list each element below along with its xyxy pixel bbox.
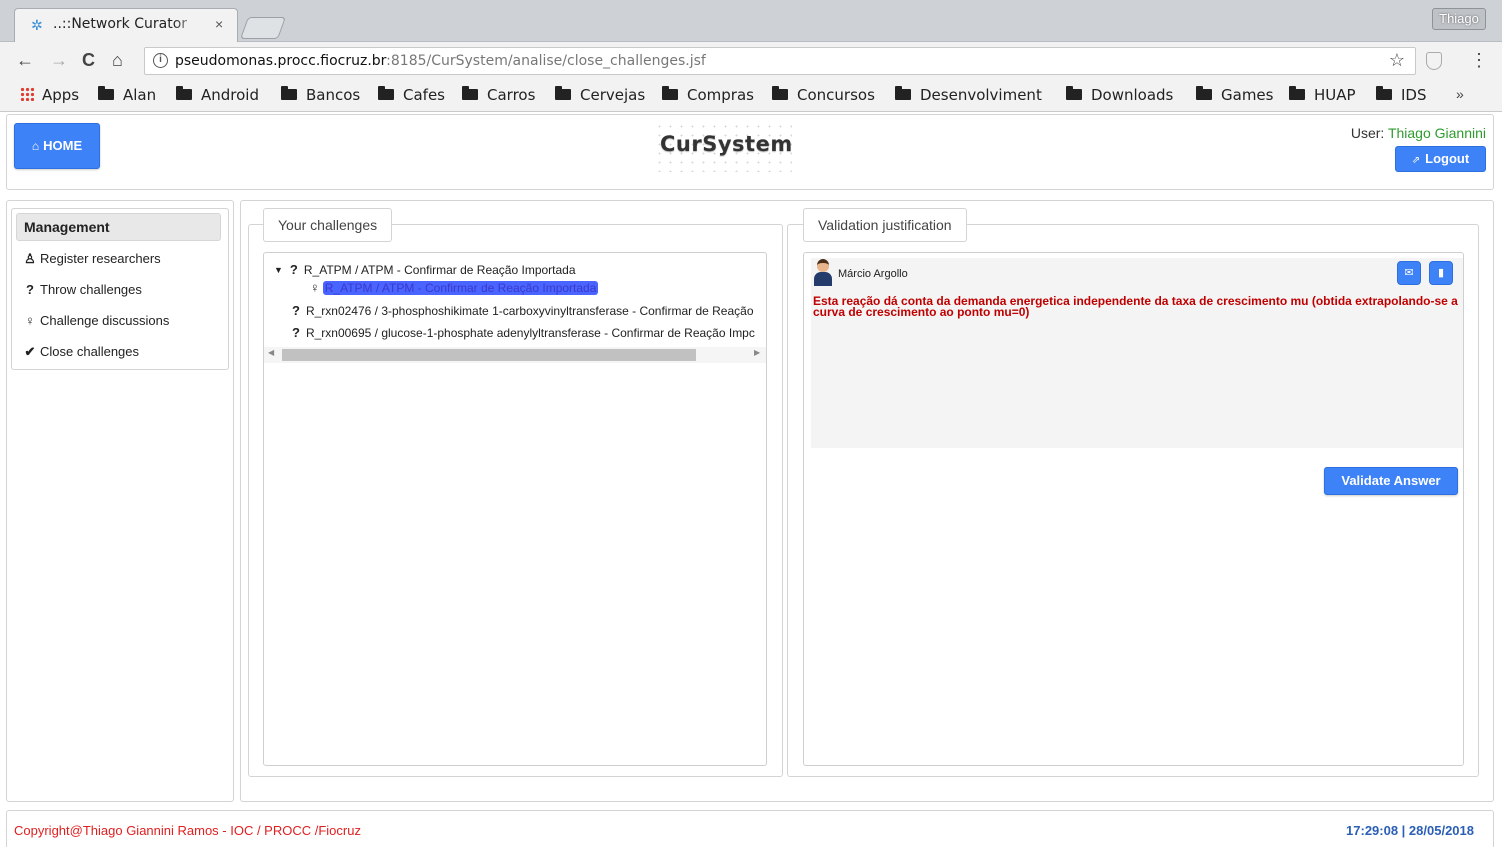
- browser-tab[interactable]: ✲ ..::Network Curator ×: [14, 8, 238, 42]
- forward-icon[interactable]: →: [50, 50, 68, 70]
- lightbulb-icon: ♀: [310, 280, 320, 295]
- folder-icon: [1066, 86, 1082, 100]
- menu-item-challenge-discussions[interactable]: ♀ Challenge discussions: [24, 313, 169, 328]
- folder-icon: [1289, 86, 1305, 100]
- logout-button[interactable]: ⇗ Logout: [1395, 146, 1486, 172]
- bookmark-folder[interactable]: Compras: [662, 86, 754, 104]
- bookmark-folder[interactable]: IDS: [1376, 86, 1427, 104]
- bookmarks-bar: Apps Alan Android Bancos Cafes Carros Ce…: [0, 80, 1502, 112]
- bookmark-apps[interactable]: Apps: [20, 86, 79, 104]
- tree-node-label: R_ATPM / ATPM - Confirmar de Reação Impo…: [322, 281, 599, 295]
- challenges-tree[interactable]: ▼? R_ATPM / ATPM - Confirmar de Reação Im…: [263, 252, 767, 766]
- logo-text: CurSystem: [660, 132, 793, 156]
- folder-icon: [98, 86, 114, 100]
- scroll-right-icon[interactable]: ▶: [754, 348, 760, 357]
- tree-node-label: R_rxn00695 / glucose-1-phosphate adenyly…: [305, 326, 755, 340]
- tree-node-selected[interactable]: ♀ R_ATPM / ATPM - Confirmar de Reação Imp…: [310, 280, 599, 295]
- menu-item-throw-challenges[interactable]: ? Throw challenges: [24, 282, 142, 297]
- bookmark-folder[interactable]: Carros: [462, 86, 535, 104]
- bookmark-folder[interactable]: Games: [1196, 86, 1273, 104]
- network-icon: ✲: [31, 17, 43, 33]
- comment-icon: ✉: [1404, 267, 1414, 279]
- user-name: Thiago Giannini: [1387, 125, 1486, 141]
- message-author: Márcio Argollo: [838, 268, 908, 280]
- info-icon[interactable]: i: [153, 53, 168, 68]
- menu-item-close-challenges[interactable]: ✔ Close challenges: [24, 344, 139, 360]
- tree-node[interactable]: ? R_rxn02476 / 3-phosphoshikimate 1-carbo…: [292, 303, 754, 318]
- scroll-left-icon[interactable]: ◀: [268, 348, 274, 357]
- delete-button[interactable]: ▮: [1429, 261, 1453, 285]
- copyright-text: Copyright@Thiago Giannini Ramos - IOC / …: [14, 823, 361, 838]
- justification-text: Esta reação dá conta da demanda energeti…: [813, 294, 1458, 319]
- question-icon: ?: [292, 325, 300, 340]
- browser-tab-strip: ✲ ..::Network Curator × Thiago: [0, 0, 1502, 42]
- question-icon: ?: [289, 262, 298, 277]
- bookmark-folder[interactable]: HUAP: [1289, 86, 1356, 104]
- folder-icon: [662, 86, 678, 100]
- bookmark-folder[interactable]: Cafes: [378, 86, 445, 104]
- folder-icon: [772, 86, 788, 100]
- tab-close-icon[interactable]: ×: [215, 16, 223, 32]
- folder-icon: [1376, 86, 1392, 100]
- folder-icon: [281, 86, 297, 100]
- home-icon: ⌂: [31, 139, 40, 153]
- cursystem-logo: CurSystem: [654, 122, 792, 172]
- challenges-legend: Your challenges: [263, 208, 393, 242]
- justification-legend: Validation justification: [803, 208, 967, 242]
- bookmark-folder[interactable]: Cervejas: [555, 86, 645, 104]
- tree-node-label: R_ATPM / ATPM - Confirmar de Reação Impo…: [303, 263, 576, 277]
- profile-button[interactable]: Thiago: [1432, 8, 1486, 30]
- bookmark-folder[interactable]: Concursos: [772, 86, 875, 104]
- tree-node-label: R_rxn02476 / 3-phosphoshikimate 1-carbox…: [305, 304, 754, 318]
- menu-item-register-researchers[interactable]: ♙ Register researchers: [24, 251, 160, 267]
- home-button[interactable]: ⌂ HOME: [14, 123, 100, 169]
- validate-answer-button[interactable]: Validate Answer: [1324, 467, 1458, 495]
- current-user: User: Thiago Giannini: [1350, 125, 1486, 141]
- tab-title: ..::Network Curator: [53, 16, 203, 32]
- folder-icon: [378, 86, 394, 100]
- back-icon[interactable]: ←: [16, 50, 34, 70]
- folder-icon: [895, 86, 911, 100]
- reload-icon[interactable]: C: [82, 50, 95, 70]
- management-title: Management: [16, 213, 221, 241]
- comment-button[interactable]: ✉: [1397, 261, 1421, 285]
- logout-label: Logout: [1425, 151, 1470, 166]
- apps-grid-icon: [20, 87, 34, 101]
- bookmark-folder[interactable]: Bancos: [281, 86, 360, 104]
- folder-icon: [1196, 86, 1212, 100]
- address-bar[interactable]: i pseudomonas.procc.fiocruz.br:8185/CurS…: [144, 47, 1416, 75]
- bookmarks-overflow-icon[interactable]: »: [1456, 86, 1464, 102]
- folder-icon: [462, 86, 478, 100]
- bookmark-star-icon[interactable]: ☆: [1389, 50, 1405, 71]
- question-icon: ?: [292, 303, 300, 318]
- user-icon: ♙: [24, 251, 36, 266]
- scrollbar-thumb[interactable]: [282, 349, 696, 361]
- lightbulb-icon: ♀: [25, 313, 35, 328]
- check-icon: ✔: [24, 344, 36, 359]
- bookmark-folder[interactable]: Alan: [98, 86, 156, 104]
- folder-icon: [176, 86, 192, 100]
- tree-node[interactable]: ? R_rxn00695 / glucose-1-phosphate adenyl…: [292, 325, 755, 340]
- external-link-icon: ⇗: [1411, 155, 1421, 166]
- tree-horizontal-scrollbar[interactable]: ◀ ▶: [264, 347, 766, 363]
- trash-icon: ▮: [1437, 267, 1445, 279]
- bookmark-folder[interactable]: Desenvolviment: [895, 86, 1051, 104]
- expand-toggle-icon[interactable]: ▼: [274, 265, 283, 275]
- home-label: HOME: [43, 138, 83, 153]
- shield-extension-icon[interactable]: [1426, 52, 1442, 70]
- question-icon: ?: [26, 282, 34, 297]
- avatar: [814, 259, 832, 286]
- tree-node[interactable]: ▼? R_ATPM / ATPM - Confirmar de Reação Im…: [274, 262, 576, 277]
- browser-menu-icon[interactable]: ⋮: [1470, 50, 1488, 70]
- folder-icon: [555, 86, 571, 100]
- url-text: pseudomonas.procc.fiocruz.br:8185/CurSys…: [175, 53, 706, 69]
- new-tab-button[interactable]: [239, 17, 287, 39]
- home-icon[interactable]: ⌂: [112, 50, 123, 70]
- bookmark-folder[interactable]: Downloads: [1066, 86, 1173, 104]
- clock-text: 17:29:08 | 28/05/2018: [1346, 823, 1474, 838]
- justification-message-area: [811, 258, 1463, 448]
- bookmark-folder[interactable]: Android: [176, 86, 259, 104]
